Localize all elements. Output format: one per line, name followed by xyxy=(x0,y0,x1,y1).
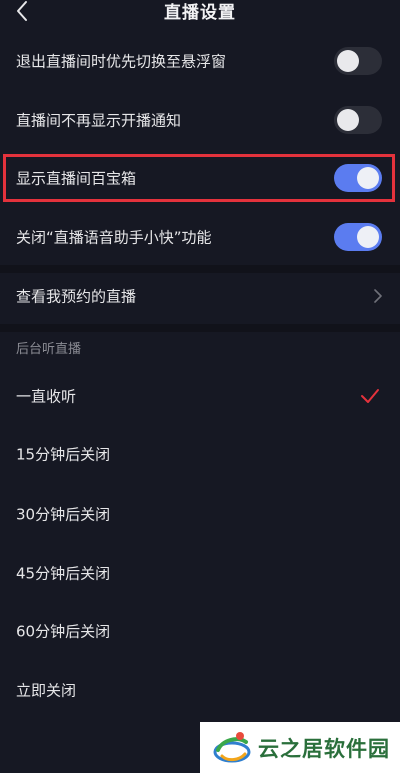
listen-option-now[interactable]: 立即关闭 xyxy=(0,662,400,718)
floating-window-toggle[interactable] xyxy=(334,47,382,75)
my-reservations-row[interactable]: 查看我预约的直播 xyxy=(0,268,400,324)
voice-assistant-toggle[interactable] xyxy=(334,223,382,251)
toggle-row-label: 退出直播间时优先切换至悬浮窗 xyxy=(16,52,227,71)
listen-option-label: 60分钟后关闭 xyxy=(16,622,111,641)
toggle-row-label: 关闭“直播语音助手小快”功能 xyxy=(16,228,212,247)
checkmark-icon xyxy=(361,389,379,403)
listen-option-always[interactable]: 一直收听 xyxy=(0,368,400,424)
top-bar: 直播设置 xyxy=(0,0,400,24)
toggle-knob xyxy=(337,109,359,131)
start-notification-toggle[interactable] xyxy=(334,106,382,134)
my-reservations-label: 查看我预约的直播 xyxy=(16,287,137,306)
toggle-knob xyxy=(357,226,379,248)
listen-option-label: 立即关闭 xyxy=(16,681,77,700)
watermark-text: 云之居软件园 xyxy=(258,737,390,761)
toggle-knob xyxy=(337,50,359,72)
section-divider xyxy=(0,324,400,332)
listen-option-45min[interactable]: 45分钟后关闭 xyxy=(0,545,400,601)
page-title: 直播设置 xyxy=(164,3,236,23)
listen-option-60min[interactable]: 60分钟后关闭 xyxy=(0,603,400,659)
toggle-row-voice-assistant[interactable]: 关闭“直播语音助手小快”功能 xyxy=(0,209,400,265)
listen-option-label: 一直收听 xyxy=(16,387,77,406)
toggle-row-floating-window[interactable]: 退出直播间时优先切换至悬浮窗 xyxy=(0,33,400,89)
background-listen-section-title: 后台听直播 xyxy=(16,342,82,357)
toggle-row-label: 直播间不再显示开播通知 xyxy=(16,111,182,130)
chevron-right-icon xyxy=(374,289,382,303)
site-logo-icon xyxy=(213,732,251,763)
listen-option-label: 30分钟后关闭 xyxy=(16,505,111,524)
toggle-row-start-notification[interactable]: 直播间不再显示开播通知 xyxy=(0,92,400,148)
listen-option-label: 45分钟后关闭 xyxy=(16,564,111,583)
listen-option-15min[interactable]: 15分钟后关闭 xyxy=(0,426,400,482)
watermark: 云之居软件园 xyxy=(200,722,400,773)
highlight-box xyxy=(3,154,395,202)
listen-option-30min[interactable]: 30分钟后关闭 xyxy=(0,486,400,542)
listen-option-label: 15分钟后关闭 xyxy=(16,445,111,464)
